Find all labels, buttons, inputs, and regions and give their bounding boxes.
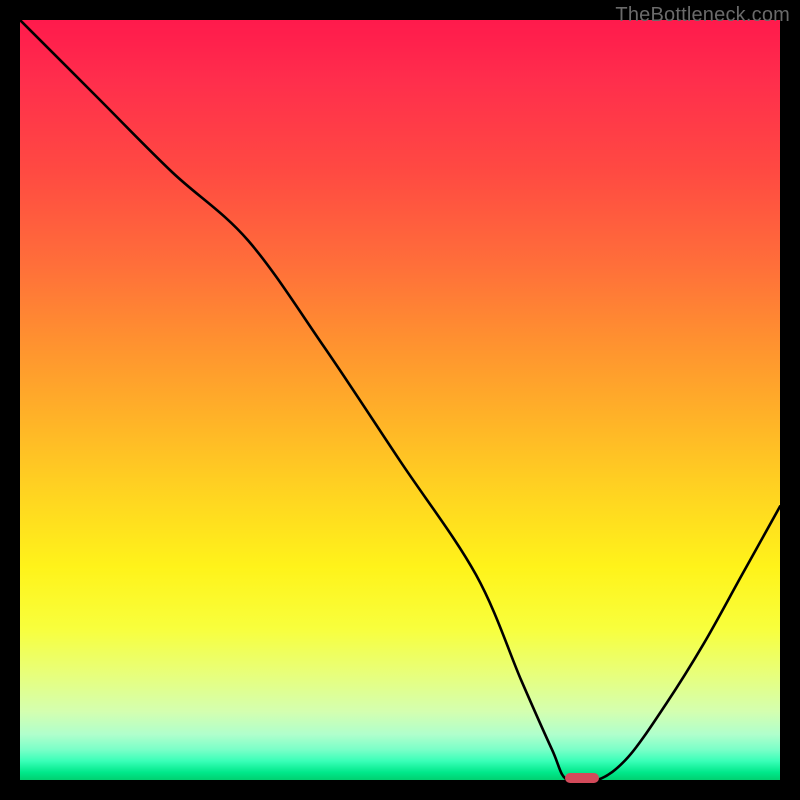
watermark-text: TheBottleneck.com [615,4,790,27]
curve-path [20,20,780,780]
bottleneck-curve [20,20,780,780]
minimum-marker [565,773,599,784]
chart-container: TheBottleneck.com [0,0,800,800]
